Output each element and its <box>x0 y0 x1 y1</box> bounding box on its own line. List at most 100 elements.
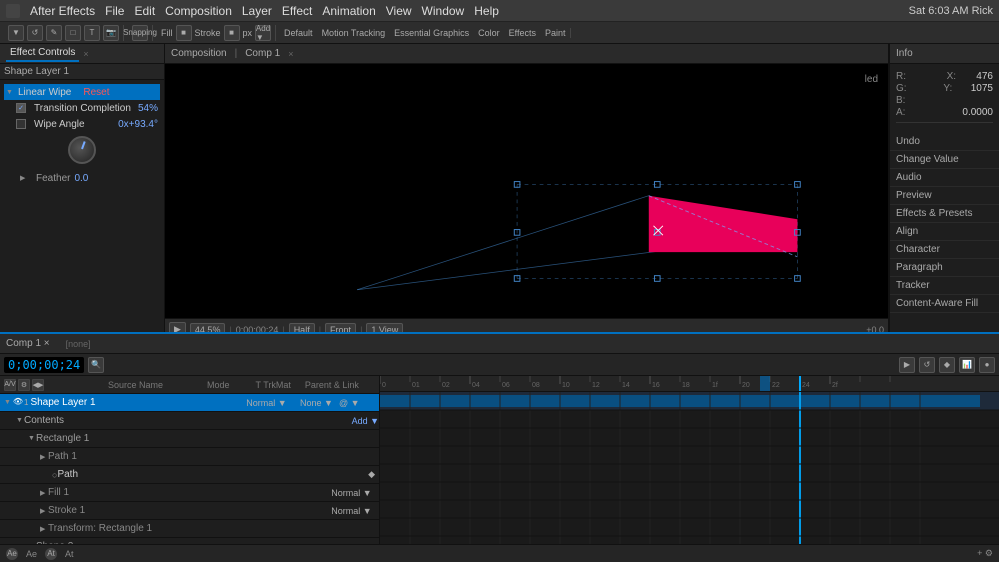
snapping-toggle[interactable]: Snapping <box>132 25 148 41</box>
menu-effect[interactable]: Effect <box>282 4 312 18</box>
timeline-comp-tab[interactable]: Comp 1 × <box>6 338 50 349</box>
add-button[interactable]: Add ▼ <box>255 25 271 41</box>
add-content-btn[interactable]: Add ▼ <box>352 416 379 426</box>
main-layout: Effect Controls × Shape Layer 1 ▼ Linear… <box>0 44 999 340</box>
shape1-expand-icon[interactable]: ▼ <box>4 399 12 406</box>
layer-row-path[interactable]: ○ Path ◆ <box>0 466 379 484</box>
path-keyframe-btn[interactable]: ◆ <box>368 469 375 480</box>
menu-composition[interactable]: Composition <box>165 4 232 18</box>
tl-solo-btn[interactable]: ● <box>979 357 995 373</box>
col-toggle-3[interactable]: ◀▶ <box>32 379 44 391</box>
info-x-val: 476 <box>976 71 993 82</box>
info-menu-audio[interactable]: Audio <box>890 169 999 187</box>
linear-wipe-expand[interactable]: ▼ <box>6 89 14 96</box>
info-menu-align[interactable]: Align <box>890 223 999 241</box>
fill1-mode[interactable]: Normal ▼ <box>324 488 379 498</box>
essential-graphics-btn[interactable]: Essential Graphics <box>394 28 469 38</box>
paint-btn[interactable]: Paint <box>545 28 566 38</box>
effects-btn[interactable]: Effects <box>509 28 536 38</box>
tool-section-snap: Snapping <box>128 25 153 41</box>
info-menu-effects-presets[interactable]: Effects & Presets <box>890 205 999 223</box>
tool-text[interactable]: T <box>84 25 100 41</box>
feather-value[interactable]: 0.0 <box>74 173 88 184</box>
tool-rotate[interactable]: ↺ <box>27 25 43 41</box>
feather-section: ▶ Feather 0.0 <box>4 168 160 188</box>
contents-expand-icon[interactable]: ▼ <box>16 417 24 424</box>
shape1-trkmat[interactable]: None ▼ <box>294 398 339 408</box>
transform-rect-expand-icon[interactable]: ▶ <box>40 525 48 533</box>
layer-row-stroke1-rect[interactable]: ▶ Stroke 1 Normal ▼ <box>0 502 379 520</box>
tl-loop-btn[interactable]: ↺ <box>919 357 935 373</box>
tl-play-btn[interactable]: ▶ <box>899 357 915 373</box>
status-add-btn[interactable]: + ⚙ <box>977 548 993 559</box>
info-menu-paragraph[interactable]: Paragraph <box>890 259 999 277</box>
menu-animation[interactable]: Animation <box>322 4 375 18</box>
wipe-checkbox[interactable] <box>16 119 26 129</box>
path1-expand-icon[interactable]: ▶ <box>40 453 48 461</box>
transition-label: Transition Completion <box>34 103 131 114</box>
fill1-expand-icon[interactable]: ▶ <box>40 489 48 497</box>
tool-section-fillstroke: Fill ■ Stroke ■ px Add ▼ <box>157 25 276 41</box>
info-a-key: A: <box>896 107 905 118</box>
menu-after-effects[interactable]: After Effects <box>30 4 95 18</box>
effect-controls-tab[interactable]: Effect Controls <box>6 45 79 62</box>
info-menu-undo[interactable]: Undo <box>890 133 999 151</box>
tl-keyframe-btn[interactable]: ◆ <box>939 357 955 373</box>
tool-shape[interactable]: □ <box>65 25 81 41</box>
composition-panel: Composition | Comp 1 × Display Accelerat… <box>165 44 889 340</box>
layer-row-rect1[interactable]: ▼ Rectangle 1 <box>0 430 379 448</box>
menu-file[interactable]: File <box>105 4 124 18</box>
color-btn[interactable]: Color <box>478 28 500 38</box>
default-workspace-btn[interactable]: Default <box>284 28 313 38</box>
info-divider <box>896 122 993 123</box>
timeline-none-label: [none] <box>66 339 91 349</box>
comp-tab[interactable]: Composition <box>171 48 227 59</box>
menu-layer[interactable]: Layer <box>242 4 272 18</box>
reset-button[interactable]: Reset <box>83 87 109 98</box>
path1-label: Path 1 <box>48 451 379 462</box>
wipe-angle-dial[interactable] <box>68 136 96 164</box>
transition-checkbox[interactable]: ✓ <box>16 103 26 113</box>
wipe-angle-value[interactable]: 0x+93.4° <box>118 119 158 130</box>
stroke1-rect-expand-icon[interactable]: ▶ <box>40 507 48 515</box>
info-menu-change-value[interactable]: Change Value <box>890 151 999 169</box>
tl-timecode[interactable]: 0;00;00;24 <box>4 357 84 373</box>
tl-graph-btn[interactable]: 📊 <box>959 357 975 373</box>
info-menu-character[interactable]: Character <box>890 241 999 259</box>
stroke1-rect-mode[interactable]: Normal ▼ <box>324 506 379 516</box>
shape1-parent[interactable]: @ ▼ <box>339 398 379 408</box>
comp-viewer[interactable]: Display Acceleration Disabled <box>165 64 888 318</box>
info-menu-tracker[interactable]: Tracker <box>890 277 999 295</box>
tool-camera[interactable]: 📷 <box>103 25 119 41</box>
feather-expand[interactable]: ▶ <box>20 174 28 182</box>
stroke-button[interactable]: ■ <box>224 25 240 41</box>
layer-row-contents[interactable]: ▼ Contents Add ▼ <box>0 412 379 430</box>
layer-row-path1[interactable]: ▶ Path 1 <box>0 448 379 466</box>
shape1-eye-icon[interactable]: 👁 <box>12 397 24 409</box>
motion-tracking-btn[interactable]: Motion Tracking <box>322 28 386 38</box>
menu-edit[interactable]: Edit <box>134 4 155 18</box>
layer-row-fill1[interactable]: ▶ Fill 1 Normal ▼ <box>0 484 379 502</box>
rect1-expand-icon[interactable]: ▼ <box>28 435 36 442</box>
col-icons: A/V ⚙ ◀▶ <box>4 379 44 391</box>
menu-help[interactable]: Help <box>474 4 499 18</box>
info-menu-preview[interactable]: Preview <box>890 187 999 205</box>
info-b-row: B: <box>896 95 993 106</box>
transform-rect-label: Transform: Rectangle 1 <box>48 523 379 534</box>
layer-row-transform-rect[interactable]: ▶ Transform: Rectangle 1 <box>0 520 379 538</box>
linear-wipe-row[interactable]: ▼ Linear Wipe Reset <box>4 84 160 100</box>
shape1-mode[interactable]: Normal ▼ <box>239 398 294 408</box>
stroke-label: Stroke <box>195 28 221 38</box>
info-menu-content-aware[interactable]: Content-Aware Fill <box>890 295 999 313</box>
transition-value[interactable]: 54% <box>138 103 158 114</box>
menu-view[interactable]: View <box>386 4 412 18</box>
tool-pen[interactable]: ✎ <box>46 25 62 41</box>
tool-select[interactable]: ▼ <box>8 25 24 41</box>
col-toggle-2[interactable]: ⚙ <box>18 379 30 391</box>
menu-window[interactable]: Window <box>422 4 465 18</box>
col-toggle-1[interactable]: A/V <box>4 379 16 391</box>
layer-row-shape1[interactable]: ▼ 👁 1 Shape Layer 1 Normal ▼ None ▼ @ ▼ <box>0 394 379 412</box>
tl-search-btn[interactable]: 🔍 <box>88 357 104 373</box>
fill-button[interactable]: ■ <box>176 25 192 41</box>
effect-layer-name: Shape Layer 1 <box>0 64 164 80</box>
